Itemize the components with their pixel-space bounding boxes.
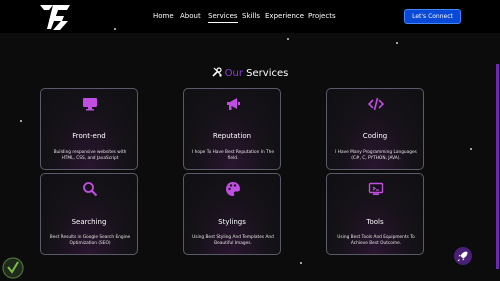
card-description: Best Results in Google Search Engine Opt…: [49, 235, 131, 246]
service-card-reputation: Reputation I hope To Have Best Reputatio…: [183, 88, 281, 170]
nav-link-home[interactable]: Home: [153, 12, 174, 21]
rocket-icon: [457, 251, 468, 262]
navbar: Home About Services Skills Experience Pr…: [0, 0, 500, 33]
card-title: Tools: [366, 218, 384, 226]
service-card-tools: Tools Using Best Tools And Equipments To…: [326, 173, 424, 255]
star-decoration: [470, 148, 472, 150]
palette-icon: [226, 182, 240, 196]
service-card-coding: Coding I Have Many Programming Languages…: [326, 88, 424, 170]
site-logo[interactable]: [38, 2, 72, 32]
card-description: Building responsive websites with HTML, …: [53, 150, 127, 161]
card-title: Reputation: [212, 132, 252, 140]
search-icon: [83, 182, 98, 197]
star-decoration: [396, 42, 398, 44]
service-card-searching: Searching Best Results in Google Search …: [40, 173, 138, 255]
card-title: Stylings: [218, 218, 246, 226]
tools-icon: [212, 67, 222, 77]
page-scrollbar[interactable]: [496, 64, 499, 269]
title-rest: Services: [246, 68, 289, 79]
star-decoration: [114, 28, 116, 30]
monitor-icon: [83, 98, 97, 111]
code-icon: [368, 97, 384, 111]
card-description: I hope To Have Best Reputation In The fi…: [191, 150, 275, 161]
nav-link-about[interactable]: About: [180, 12, 201, 21]
nav-link-skills[interactable]: Skills: [242, 12, 260, 21]
nav-link-experience[interactable]: Experience: [265, 12, 304, 21]
card-description: Using Best Tools And Equipments To Achie…: [337, 235, 415, 246]
title-accent: Our: [224, 68, 243, 79]
nav-link-projects[interactable]: Projects: [308, 12, 336, 21]
card-description: I Have Many Programming Languages (C#, C…: [335, 150, 417, 161]
section-title: Our Services: [0, 67, 500, 81]
star-decoration: [300, 262, 302, 264]
nav-link-services[interactable]: Services: [208, 12, 238, 23]
lets-connect-button[interactable]: Let's Connect: [404, 9, 461, 24]
card-description: Using Best Styling And Templates And Bea…: [192, 235, 274, 246]
card-title: Coding: [362, 132, 388, 140]
service-card-stylings: Stylings Using Best Styling And Template…: [183, 173, 281, 255]
verified-badge-icon: [2, 257, 24, 279]
star-decoration: [20, 120, 22, 122]
megaphone-icon: [227, 98, 240, 110]
service-card-frontend: Front-end Building responsive websites w…: [40, 88, 138, 170]
tools-monitor-icon: [368, 182, 384, 195]
card-title: Front-end: [72, 132, 106, 140]
scroll-to-top-button[interactable]: [454, 247, 472, 265]
star-decoration: [287, 38, 289, 40]
card-title: Searching: [71, 218, 107, 226]
